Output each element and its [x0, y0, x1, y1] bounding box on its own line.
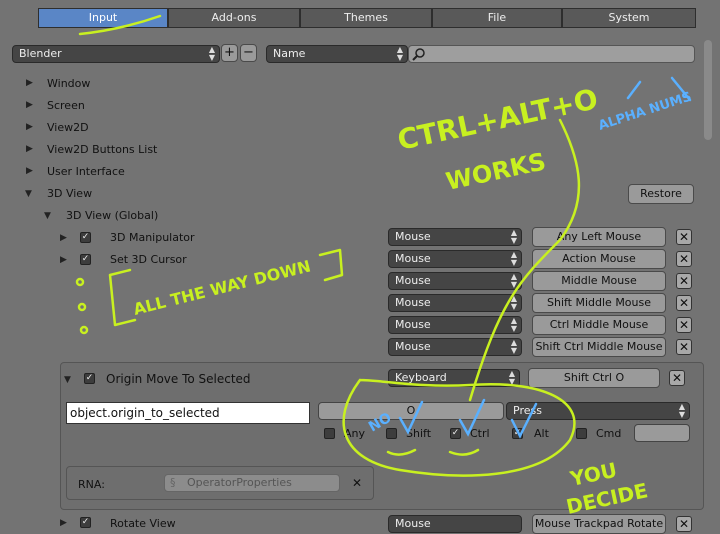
annotation-check	[398, 400, 424, 435]
annotation-works: WORKS	[443, 147, 548, 195]
annotation-dot	[77, 302, 87, 312]
annotation-arrow	[626, 80, 642, 100]
annotation-underline	[386, 448, 417, 456]
annotation-check	[510, 402, 538, 439]
annotation-dot	[75, 277, 85, 287]
annotation-bracket	[318, 248, 344, 282]
annotation-bracket	[108, 268, 137, 327]
annotation-underline	[448, 448, 480, 456]
annotation-no: NO	[366, 410, 395, 436]
annotation-all-the-way-down: ALL THE WAY DOWN	[131, 256, 312, 318]
annotation-alpha-nums: ALPHA NUMS	[597, 90, 694, 134]
annotation-underline	[78, 14, 162, 36]
annotation-overlay: CTRL+ALT+O WORKS ALL THE WAY DOWN YOU DE…	[75, 14, 694, 519]
annotation-check	[458, 398, 486, 437]
annotation-dot	[79, 325, 89, 335]
